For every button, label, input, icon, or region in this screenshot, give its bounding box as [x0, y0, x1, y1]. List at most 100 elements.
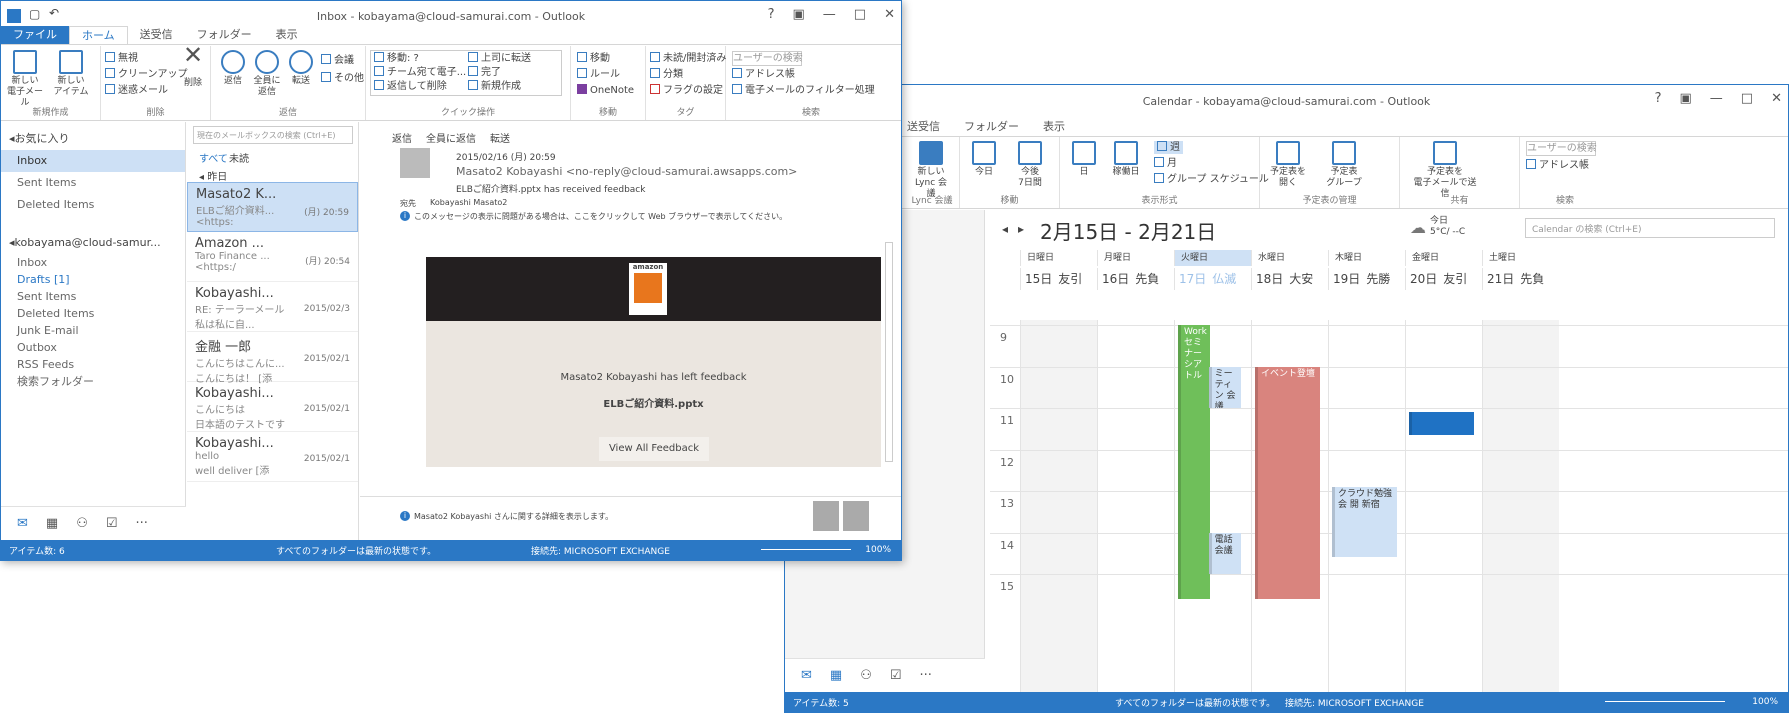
ribbon-display-icon[interactable]: ▣ — [1680, 91, 1692, 106]
inbox-window-controls[interactable]: ? ▣ — □ ✕ — [768, 7, 895, 22]
message-row[interactable]: Kobayashi... hello well deliver [添 2015/02/… — [187, 432, 358, 482]
address-book-button[interactable]: アドレス帳 — [732, 68, 795, 81]
today-button[interactable]: 今日 — [964, 141, 1004, 178]
quick-step-done[interactable]: 完了 — [468, 66, 501, 79]
filter-unread[interactable]: 未読 — [229, 150, 249, 165]
zoom-slider[interactable] — [1605, 701, 1725, 702]
ribbon-display-icon[interactable]: ▣ — [793, 7, 805, 22]
tab-view[interactable]: 表示 — [264, 26, 310, 44]
folder-item[interactable]: Inbox — [1, 150, 185, 172]
reply-action[interactable]: 返信 — [392, 130, 412, 145]
tab-home[interactable]: ホーム — [69, 26, 128, 44]
message-row[interactable]: 金融 一郎 こんにちはこんに... こんにちは！ [添 2015/02/1 — [187, 332, 358, 385]
tasks-icon[interactable]: ☑ — [106, 516, 118, 531]
followup-button[interactable]: フラグの設定 — [650, 84, 723, 97]
forward-action[interactable]: 転送 — [490, 130, 510, 145]
favorites-header[interactable]: ◂お気に入り — [1, 128, 185, 150]
more-icon[interactable]: ··· — [920, 668, 932, 683]
move-button[interactable]: 移動 — [577, 52, 610, 65]
prev-week-icon[interactable]: ◂ — [1002, 222, 1008, 236]
quick-step-to-manager[interactable]: 上司に転送 — [468, 52, 531, 65]
folder-item[interactable]: Deleted Items — [1, 194, 185, 216]
junk-button[interactable]: 迷惑メール — [105, 84, 168, 97]
reply-all-action[interactable]: 全員に返信 — [426, 130, 476, 145]
delete-button[interactable]: ✕ 削除 — [173, 43, 213, 89]
new-items-button[interactable]: 新しい アイテム — [51, 50, 91, 98]
unread-read-button[interactable]: 未読/開封済み — [650, 52, 726, 65]
mail-icon[interactable]: ✉ — [17, 516, 28, 531]
week-view-button[interactable]: 週 — [1154, 141, 1183, 154]
search-people-input[interactable]: ユーザーの検索 — [1526, 141, 1597, 156]
folder-item[interactable]: Deleted Items — [1, 305, 185, 322]
minimize-icon[interactable]: — — [823, 7, 836, 22]
date-group-header[interactable]: ◂ 昨日 — [199, 168, 227, 183]
workweek-view-button[interactable]: 稼働日 — [1106, 141, 1146, 178]
folder-item[interactable]: Drafts [1] — [1, 271, 185, 288]
day-number-header[interactable]: 17日 仏滅 — [1174, 268, 1251, 290]
person-avatar[interactable] — [813, 501, 839, 531]
tab-view[interactable]: 表示 — [1031, 118, 1077, 136]
quick-step-team-email[interactable]: チーム宛て電子... — [374, 66, 466, 79]
tab-send-receive[interactable]: 送受信 — [128, 26, 185, 44]
calendar-search-input[interactable]: Calendar の検索 (Ctrl+E) — [1525, 218, 1775, 238]
folder-item[interactable]: 検索フォルダー — [1, 373, 185, 390]
day-number-header[interactable]: 20日 友引 — [1405, 268, 1482, 290]
message-row[interactable]: Kobayashi... RE: テーラーメール 私は私に自... 2015/02/3 — [187, 282, 358, 332]
onenote-button[interactable]: OneNote — [577, 84, 634, 97]
close-icon[interactable]: ✕ — [1771, 91, 1782, 106]
address-book-button[interactable]: アドレス帳 — [1526, 159, 1589, 172]
folder-item[interactable]: Inbox — [1, 254, 185, 271]
month-view-button[interactable]: 月 — [1154, 157, 1177, 170]
calendar-event[interactable] — [1409, 412, 1475, 435]
ignore-button[interactable]: 無視 — [105, 52, 138, 65]
folder-item[interactable]: RSS Feeds — [1, 356, 185, 373]
maximize-icon[interactable]: □ — [854, 7, 866, 22]
tab-folder[interactable]: フォルダー — [952, 118, 1031, 136]
tasks-icon[interactable]: ☑ — [890, 668, 902, 683]
rules-button[interactable]: ルール — [577, 68, 620, 81]
meeting-button[interactable]: 会議 — [321, 54, 354, 67]
new-lync-meeting-button[interactable]: 新しい Lync 会議 — [911, 141, 951, 200]
people-icon[interactable]: ⚇ — [860, 668, 872, 683]
maximize-icon[interactable]: □ — [1741, 91, 1753, 106]
day-number-header[interactable]: 15日 友引 — [1020, 268, 1097, 290]
folder-item[interactable]: Junk E-mail — [1, 322, 185, 339]
schedule-view-button[interactable]: グループ スケジュール — [1154, 173, 1269, 186]
more-respond-button[interactable]: その他 — [321, 72, 364, 85]
open-calendar-button[interactable]: 予定表を 開く — [1268, 141, 1308, 189]
reading-scrollbar[interactable] — [885, 242, 893, 462]
message-row[interactable]: Kobayashi... こんにちは 日本語のテストです 2015/02/1 — [187, 382, 358, 432]
folder-item[interactable]: Outbox — [1, 339, 185, 356]
quick-step-move[interactable]: 移動: ? — [374, 52, 419, 65]
forward-button[interactable]: 転送 — [281, 50, 321, 87]
filter-all[interactable]: すべて — [199, 150, 228, 165]
folder-item[interactable]: Sent Items — [1, 172, 185, 194]
calendar-event[interactable]: 電話 会議 — [1208, 532, 1241, 574]
day-number-header[interactable]: 21日 先負 — [1482, 268, 1559, 290]
calendar-icon[interactable]: ▦ — [830, 668, 842, 683]
calendar-window-controls[interactable]: ? ▣ — □ ✕ — [1655, 91, 1782, 106]
zoom-slider[interactable] — [761, 549, 851, 550]
account-header[interactable]: ◂kobayama@cloud-samur... — [1, 232, 185, 254]
help-icon[interactable]: ? — [1655, 91, 1662, 106]
calendar-event[interactable]: イベント登壇 — [1255, 366, 1321, 599]
tab-send-receive[interactable]: 送受信 — [895, 118, 952, 136]
quick-step-create-new[interactable]: 新規作成 — [468, 80, 521, 93]
new-email-button[interactable]: 新しい 電子メール — [5, 50, 45, 109]
quick-step-reply-delete[interactable]: 返信して削除 — [374, 80, 447, 93]
mailbox-search-input[interactable]: 現在のメールボックスの検索 (Ctrl+E) — [193, 126, 353, 144]
next7-button[interactable]: 今後 7日間 — [1010, 141, 1050, 189]
search-people-input[interactable]: ユーザーの検索 — [732, 51, 803, 66]
message-row[interactable]: Masato2 K... ELBご紹介資料... <https: (月) 20:59 — [187, 182, 358, 232]
people-info-text[interactable]: Masato2 Kobayashi さんに関する詳細を表示します。 — [414, 511, 613, 522]
person-avatar[interactable] — [843, 501, 869, 531]
day-number-header[interactable]: 16日 先負 — [1097, 268, 1174, 290]
day-number-header[interactable]: 18日 大安 — [1251, 268, 1328, 290]
more-icon[interactable]: ··· — [136, 516, 148, 531]
day-number-header[interactable]: 19日 先勝 — [1328, 268, 1405, 290]
view-all-feedback-button[interactable]: View All Feedback — [599, 437, 709, 461]
day-view-button[interactable]: 日 — [1064, 141, 1104, 178]
email-calendar-button[interactable]: 予定表を 電子メールで送信 — [1410, 141, 1480, 200]
calendar-event[interactable]: ミーティン 会議 — [1208, 366, 1241, 408]
external-content-infobar[interactable]: このメッセージの表示に問題がある場合は、ここをクリックして Web ブラウザーで… — [414, 211, 787, 222]
